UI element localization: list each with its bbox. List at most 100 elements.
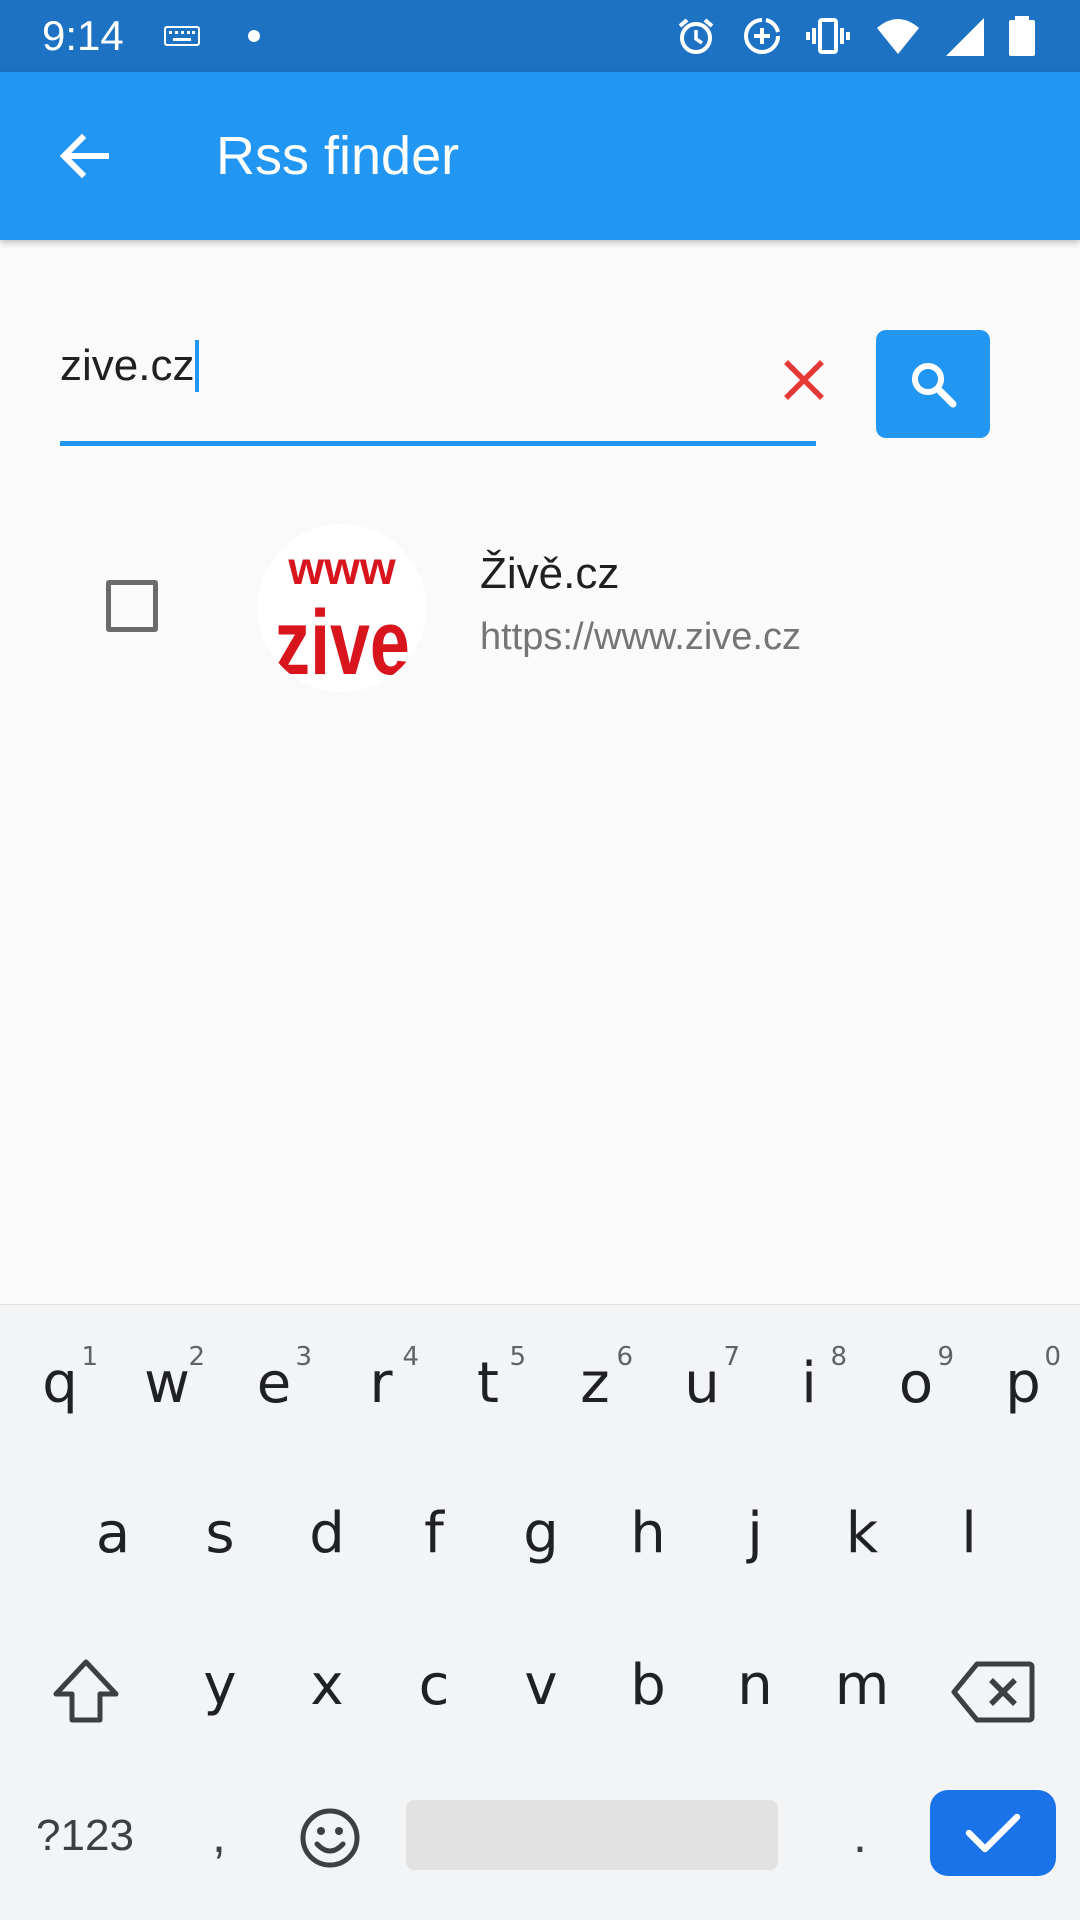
key-label: y — [203, 1652, 237, 1718]
key-label: i — [801, 1350, 817, 1416]
data-saver-icon — [744, 18, 780, 54]
key-label: z — [580, 1350, 610, 1416]
key-label: k — [845, 1500, 879, 1566]
key-hint: 8 — [830, 1342, 847, 1372]
key-label: q — [42, 1350, 78, 1416]
logo-www-text: www — [287, 542, 396, 594]
shift-key[interactable] — [44, 1650, 128, 1734]
key-label: f — [424, 1500, 444, 1566]
comma-key[interactable]: , — [184, 1790, 254, 1880]
key-hint: 6 — [616, 1342, 633, 1372]
text-caret — [195, 340, 200, 392]
done-key[interactable] — [930, 1790, 1056, 1876]
status-bar: 9:14 — [0, 0, 1080, 72]
period-key[interactable]: . — [820, 1790, 900, 1880]
spacebar[interactable] — [406, 1800, 778, 1870]
key-x[interactable]: x — [275, 1620, 379, 1750]
search-button[interactable] — [876, 330, 990, 438]
key-g[interactable]: g — [489, 1468, 593, 1598]
shift-icon — [53, 1659, 119, 1723]
result-checkbox[interactable] — [106, 580, 158, 632]
logo-zive-text: zive — [274, 591, 410, 692]
key-v[interactable]: v — [489, 1620, 593, 1750]
key-e[interactable]: e3 — [222, 1318, 326, 1448]
key-label: d — [309, 1500, 345, 1566]
key-label: r — [369, 1350, 393, 1416]
key-label: l — [961, 1500, 977, 1566]
key-label: o — [898, 1350, 934, 1416]
result-title: Živě.cz — [480, 549, 620, 598]
page-title: Rss finder — [216, 126, 460, 186]
key-t[interactable]: t5 — [436, 1318, 540, 1448]
key-hint: 2 — [188, 1342, 205, 1372]
key-hint: 1 — [81, 1342, 98, 1372]
key-c[interactable]: c — [382, 1620, 486, 1750]
notification-dot — [248, 30, 260, 42]
search-icon — [912, 363, 957, 408]
key-p[interactable]: p0 — [971, 1318, 1075, 1448]
site-logo: www zive — [258, 524, 426, 692]
zive-logo-icon: www zive — [274, 542, 410, 692]
key-hint: 3 — [295, 1342, 312, 1372]
key-r[interactable]: r4 — [329, 1318, 433, 1448]
key-label: v — [524, 1652, 558, 1718]
key-q[interactable]: q1 — [8, 1318, 112, 1448]
key-j[interactable]: j — [703, 1468, 807, 1598]
key-hint: 7 — [723, 1342, 740, 1372]
arrow-back-icon — [59, 133, 109, 179]
key-w[interactable]: w2 — [115, 1318, 219, 1448]
battery-icon — [1009, 16, 1035, 56]
emoji-key[interactable] — [290, 1798, 370, 1878]
key-hint: 9 — [937, 1342, 954, 1372]
key-y[interactable]: y — [168, 1620, 272, 1750]
key-label: s — [205, 1500, 235, 1566]
search-input[interactable]: zive.cz — [60, 320, 824, 446]
key-label: j — [747, 1500, 763, 1566]
wifi-icon — [877, 19, 919, 54]
key-label: p — [1005, 1350, 1041, 1416]
alarm-icon — [678, 18, 714, 54]
key-hint: 4 — [402, 1342, 419, 1372]
keyboard-icon — [164, 26, 200, 46]
result-url: https://www.zive.cz — [480, 616, 801, 658]
vibrate-icon — [806, 18, 850, 54]
key-label: w — [144, 1350, 190, 1416]
key-label: m — [834, 1652, 890, 1718]
key-b[interactable]: b — [596, 1620, 700, 1750]
search-input-value: zive.cz — [60, 340, 200, 392]
key-hint: 0 — [1044, 1342, 1061, 1372]
key-i[interactable]: i8 — [757, 1318, 861, 1448]
key-a[interactable]: a — [61, 1468, 165, 1598]
check-icon — [965, 1813, 1021, 1853]
key-d[interactable]: d — [275, 1468, 379, 1598]
key-label: t — [477, 1350, 499, 1416]
key-label: g — [523, 1500, 559, 1566]
key-l[interactable]: l — [917, 1468, 1021, 1598]
clear-search-button[interactable] — [760, 336, 848, 424]
key-hint: 5 — [509, 1342, 526, 1372]
key-n[interactable]: n — [703, 1620, 807, 1750]
symbols-key[interactable]: ?123 — [20, 1796, 150, 1876]
key-o[interactable]: o9 — [864, 1318, 968, 1448]
backspace-key[interactable] — [948, 1650, 1038, 1734]
key-s[interactable]: s — [168, 1468, 272, 1598]
key-f[interactable]: f — [382, 1468, 486, 1598]
key-h[interactable]: h — [596, 1468, 700, 1598]
key-label: h — [630, 1500, 666, 1566]
key-z[interactable]: z6 — [543, 1318, 647, 1448]
key-u[interactable]: u7 — [650, 1318, 754, 1448]
status-time: 9:14 — [42, 12, 124, 59]
signal-icon — [946, 18, 984, 56]
key-label: c — [418, 1652, 450, 1718]
emoji-icon — [300, 1808, 360, 1868]
key-label: n — [737, 1652, 773, 1718]
close-icon — [784, 360, 824, 400]
backspace-icon — [951, 1661, 1035, 1723]
key-label: a — [95, 1500, 131, 1566]
key-label: u — [684, 1350, 720, 1416]
key-label: e — [256, 1350, 292, 1416]
key-m[interactable]: m — [810, 1620, 914, 1750]
key-k[interactable]: k — [810, 1468, 914, 1598]
key-label: x — [310, 1652, 344, 1718]
back-button[interactable] — [40, 112, 128, 200]
